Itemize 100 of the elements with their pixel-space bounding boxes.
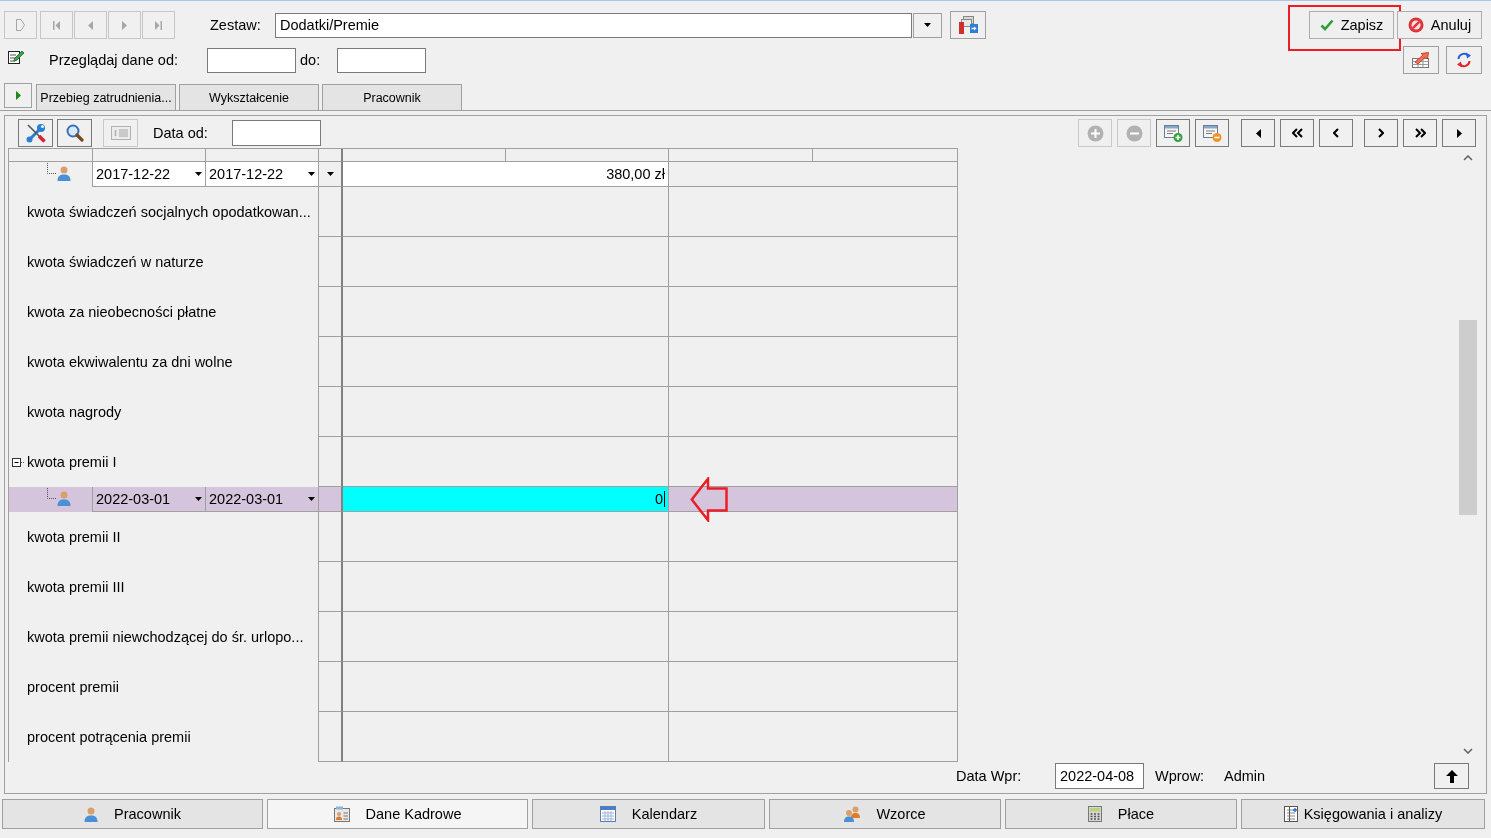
row-label: kwota ekwiwalentu za dni wolne: [27, 354, 233, 370]
value-field[interactable]: 380,00 zł: [343, 162, 669, 187]
tree-branch-icon: [47, 488, 57, 499]
row-label: kwota premii I: [27, 454, 117, 470]
cancel-button[interactable]: Anuluj: [1397, 11, 1482, 39]
row-label: kwota świadczeń w naturze: [27, 254, 204, 270]
cancel-icon: [1407, 17, 1424, 33]
entry-date-field[interactable]: 2022-04-08: [1055, 763, 1144, 789]
module-tab[interactable]: Wzorce: [769, 799, 1001, 829]
grid-cell: [319, 487, 343, 512]
plus-icon: [1086, 124, 1104, 142]
module-tab[interactable]: Płace: [1005, 799, 1237, 829]
caret-icon[interactable]: [195, 172, 202, 176]
row-label: kwota premii III: [27, 579, 125, 595]
search-icon: [65, 124, 84, 142]
module-tab[interactable]: Kalendarz: [532, 799, 765, 829]
person-icon: [84, 806, 99, 822]
refresh-icon: [1456, 52, 1472, 68]
date-from-field[interactable]: [207, 47, 296, 73]
add-entry-button[interactable]: [1156, 119, 1190, 147]
next-button[interactable]: [1364, 119, 1398, 147]
calculator-icon: [1087, 806, 1102, 822]
tab-scroll-button[interactable]: [4, 83, 32, 108]
caret-icon[interactable]: [326, 172, 334, 176]
value-field[interactable]: 0: [343, 487, 669, 512]
table-arrow-icon: [1412, 52, 1430, 68]
triangle-left-icon: [1255, 128, 1261, 138]
module-tab[interactable]: Księgowania i analizy: [1241, 799, 1485, 829]
row-label: procent premii: [27, 679, 119, 695]
column-header[interactable]: [206, 149, 319, 162]
author-label: Wprow:: [1155, 768, 1206, 784]
double-chevron-left-icon: [1291, 128, 1303, 138]
skip-back-icon: [53, 20, 60, 30]
row-label: kwota premii II: [27, 529, 121, 545]
column-header[interactable]: [343, 149, 506, 162]
row-label: kwota świadczeń socjalnych opodatkowan...: [27, 204, 311, 220]
last-button[interactable]: [1442, 119, 1476, 147]
previous-button[interactable]: [1319, 119, 1353, 147]
chevron-up-icon[interactable]: [1462, 155, 1473, 161]
date-to-field[interactable]: [337, 47, 426, 73]
scrollbar-thumb[interactable]: [1458, 320, 1477, 515]
date-field[interactable]: 2022-03-01: [206, 487, 319, 512]
ledger-icon: [1283, 806, 1298, 822]
remove-entry-button[interactable]: [1195, 119, 1229, 147]
row-label: kwota premii niewchodzącej do śr. urlopo...: [27, 629, 304, 645]
caret-icon[interactable]: [308, 172, 315, 176]
refresh-button[interactable]: [1446, 46, 1482, 74]
caret-icon[interactable]: [195, 497, 202, 501]
module-tab[interactable]: Dane Kadrowe: [267, 799, 528, 829]
transfer-button[interactable]: [950, 11, 986, 39]
skip-forward-icon: [155, 20, 162, 30]
column-header[interactable]: [319, 149, 343, 162]
edit-icon[interactable]: [8, 48, 24, 64]
range-from-label: Przeglądaj dane od:: [49, 52, 179, 68]
page-back-button[interactable]: [1280, 119, 1314, 147]
tools-icon: [25, 123, 46, 143]
set-field[interactable]: Dodatki/Premie: [275, 12, 912, 38]
search-button[interactable]: [57, 119, 92, 147]
up-button[interactable]: [1434, 763, 1469, 789]
column-header[interactable]: [506, 149, 669, 162]
list-remove-icon: [1202, 124, 1222, 142]
date-field[interactable]: 2017-12-22: [93, 162, 206, 187]
dropdown-button[interactable]: [913, 12, 942, 38]
person-icon: [57, 491, 71, 506]
double-chevron-right-icon: [1414, 128, 1426, 138]
calendar-icon: [599, 806, 616, 822]
triangle-right-icon: [1456, 128, 1462, 138]
date-label: Data od:: [153, 125, 209, 141]
date-field[interactable]: 2017-12-22: [206, 162, 319, 187]
chart-button[interactable]: [1403, 46, 1439, 74]
caret-icon: [924, 23, 931, 27]
grid-row[interactable]: kwota premii I: [9, 437, 958, 487]
tab[interactable]: Wykształcenie: [179, 84, 319, 110]
caret-icon[interactable]: [308, 497, 315, 501]
tab[interactable]: Pracownik: [322, 84, 462, 110]
column-header[interactable]: [669, 149, 813, 162]
set-label: Zestaw:: [210, 17, 262, 33]
triangle-right-icon: [15, 91, 21, 100]
chevron-down-icon[interactable]: [1462, 748, 1473, 754]
collapse-icon[interactable]: [12, 457, 25, 467]
save-button[interactable]: Zapisz: [1309, 11, 1394, 39]
tab[interactable]: Przebieg zatrudnienia...: [36, 84, 176, 110]
page-forward-button[interactable]: [1403, 119, 1437, 147]
first-button[interactable]: [1241, 119, 1275, 147]
chevron-right-icon: [1378, 128, 1384, 138]
card-icon: [110, 126, 131, 140]
date-field[interactable]: [232, 120, 321, 146]
date-field[interactable]: 2022-03-01: [93, 487, 206, 512]
triangle-right-icon: [122, 20, 127, 30]
row-label: kwota za nieobecności płatne: [27, 304, 217, 320]
tools-button[interactable]: [18, 119, 53, 147]
module-tab[interactable]: Pracownik: [2, 799, 263, 829]
people-icon: [844, 806, 861, 822]
column-header[interactable]: [813, 149, 958, 162]
pentagon-outline-icon: [16, 19, 25, 31]
person-icon: [57, 166, 71, 181]
list-add-icon: [1163, 124, 1183, 142]
range-to-label: do:: [300, 52, 322, 68]
id-card-icon: [333, 806, 350, 822]
document-transfer-icon: [958, 16, 978, 34]
